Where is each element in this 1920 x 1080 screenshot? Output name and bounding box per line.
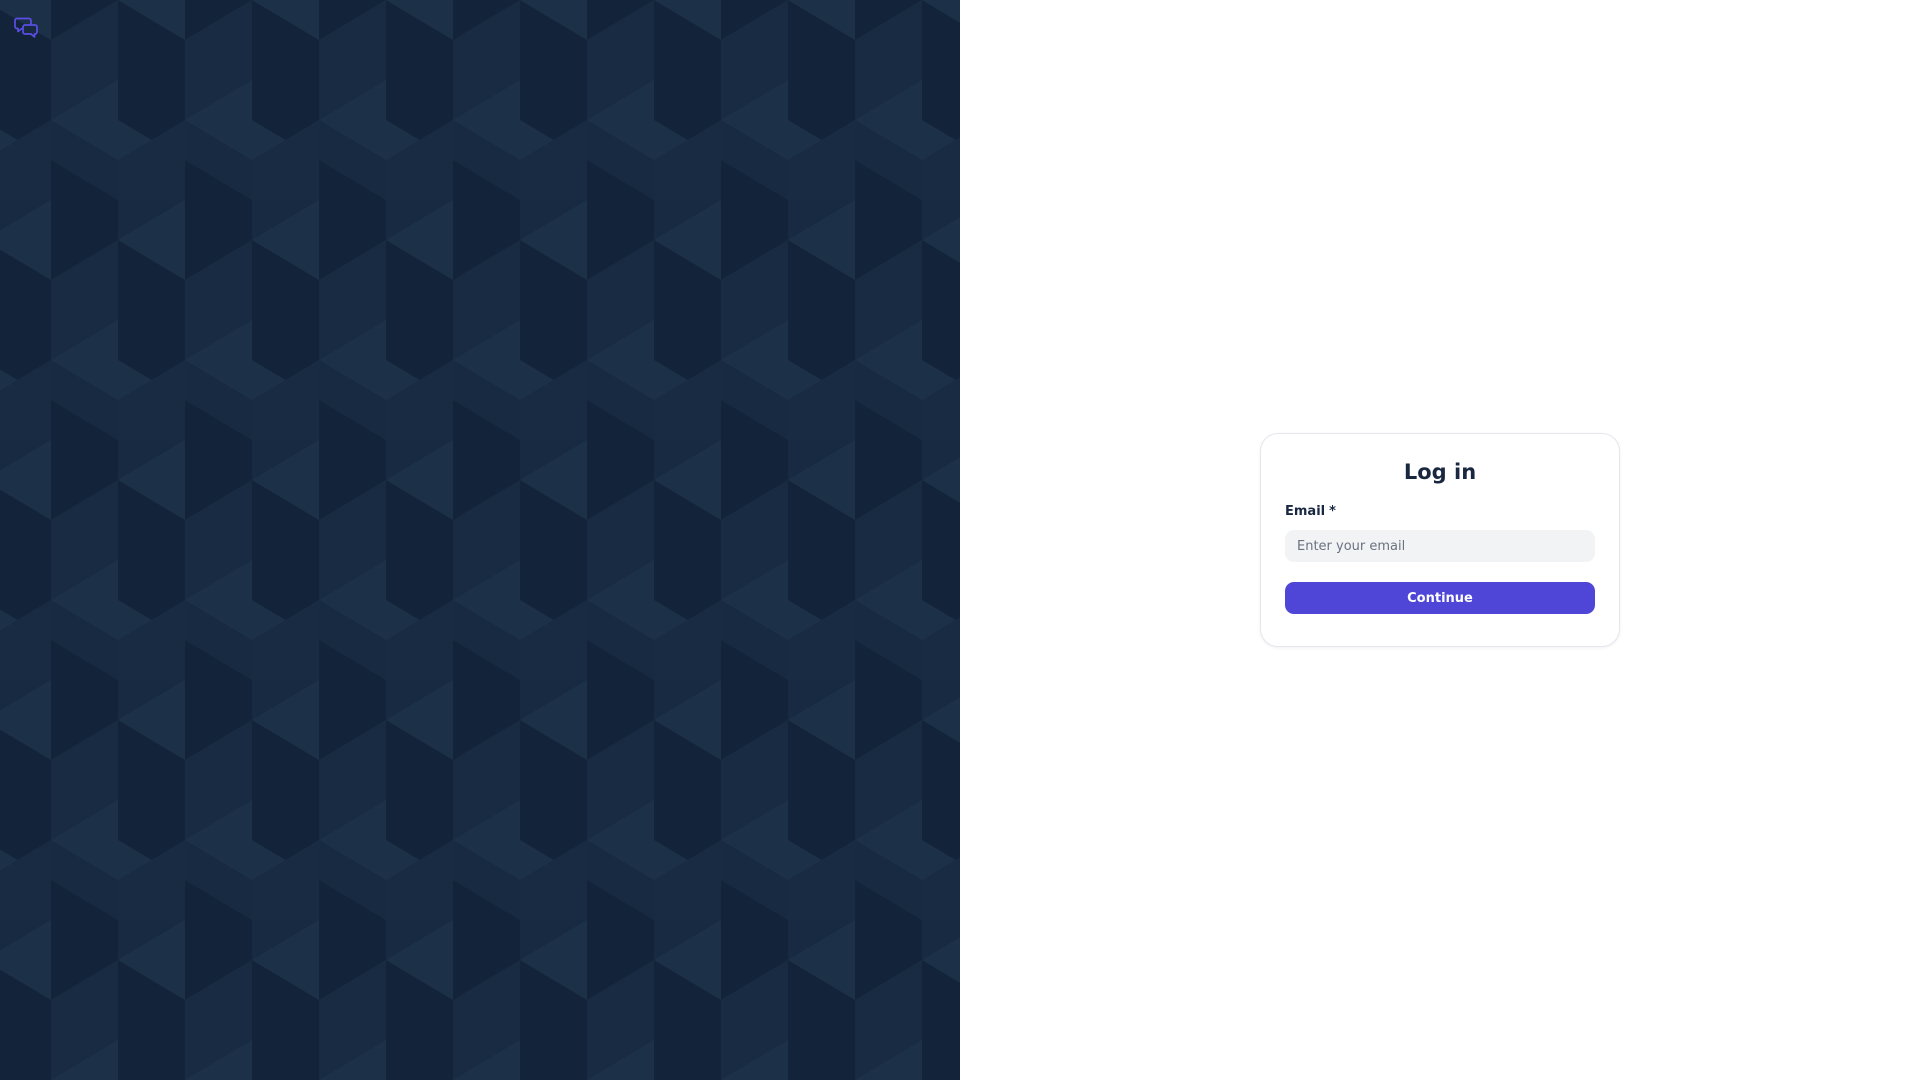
cube-pattern-background xyxy=(0,0,960,1080)
login-title: Log in xyxy=(1403,460,1477,484)
login-page: Log in Email * Continue xyxy=(0,0,1920,1080)
email-input[interactable] xyxy=(1285,530,1595,562)
continue-button[interactable]: Continue xyxy=(1285,582,1595,614)
email-label: Email * xyxy=(1285,503,1595,521)
required-marker: * xyxy=(1329,504,1336,519)
login-panel: Log in Email * Continue xyxy=(960,0,1920,1080)
decorative-panel xyxy=(0,0,960,1080)
login-card: Log in Email * Continue xyxy=(1260,433,1620,647)
chat-bubbles-icon[interactable] xyxy=(14,14,40,40)
email-label-text: Email xyxy=(1285,504,1326,519)
